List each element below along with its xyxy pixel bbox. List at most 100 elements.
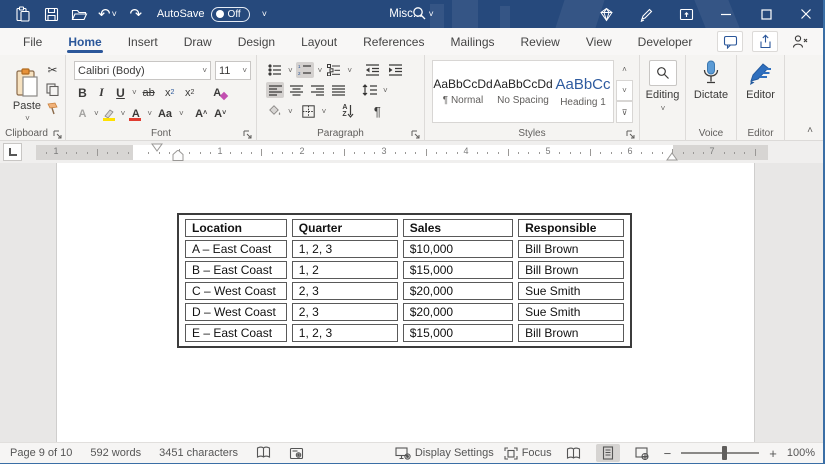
style-no-spacing[interactable]: AaBbCcDd No Spacing (493, 61, 553, 122)
strikethrough-button[interactable]: ab (139, 84, 159, 101)
table-cell[interactable]: $20,000 (403, 282, 513, 300)
minimize-button[interactable] (717, 5, 735, 23)
shrink-font-button[interactable]: A˅ (212, 105, 229, 122)
display-settings-button[interactable]: Display Settings (395, 447, 494, 460)
font-color-button[interactable]: A (127, 105, 144, 122)
tab-insert[interactable]: Insert (115, 28, 171, 55)
increase-indent-button[interactable] (385, 62, 405, 78)
tab-layout[interactable]: Layout (288, 28, 350, 55)
maximize-button[interactable] (757, 5, 775, 23)
collapse-ribbon-icon[interactable]: ˄ (807, 125, 813, 136)
underline-chevron-icon[interactable]: ˅ (132, 88, 137, 97)
styles-dialog-launcher[interactable] (625, 129, 635, 139)
table-cell[interactable]: Sue Smith (518, 282, 624, 300)
autosave-toggle[interactable]: Off (211, 7, 250, 22)
tab-references[interactable]: References (350, 28, 437, 55)
zoom-in-button[interactable]: + (769, 446, 777, 461)
table-cell[interactable]: $15,000 (403, 261, 513, 279)
premium-gem-icon[interactable] (597, 5, 615, 23)
multilevel-list-button[interactable] (325, 62, 343, 78)
editing-button[interactable]: Editing ˅ (640, 60, 685, 113)
format-painter-button[interactable] (46, 102, 59, 115)
font-color-chevron-icon[interactable]: ˅ (147, 109, 152, 118)
style-normal[interactable]: AaBbCcDd ¶ Normal (433, 61, 493, 122)
page-indicator[interactable]: Page 9 of 10 (10, 447, 72, 459)
table-cell[interactable]: $15,000 (403, 324, 513, 342)
text-effects-chevron-icon[interactable]: ˅ (94, 109, 99, 118)
table-cell[interactable]: Sue Smith (518, 303, 624, 321)
character-count[interactable]: 3451 characters (159, 447, 238, 459)
proofing-status-button[interactable] (256, 446, 271, 460)
table-cell[interactable]: 1, 2, 3 (292, 240, 398, 258)
align-center-button[interactable] (287, 82, 305, 98)
font-dialog-launcher[interactable] (242, 129, 252, 139)
borders-chevron-icon[interactable]: ˅ (322, 107, 327, 116)
styles-scroll-down[interactable]: ˅ (616, 80, 633, 102)
table-header-cell[interactable]: Responsible (518, 219, 624, 237)
align-left-button[interactable] (266, 82, 284, 98)
line-spacing-button[interactable] (359, 82, 379, 98)
styles-more-button[interactable]: ⊽ (616, 101, 633, 123)
comments-button[interactable] (717, 31, 743, 52)
shading-chevron-icon[interactable]: ˅ (288, 107, 293, 116)
change-case-button[interactable]: Aa (154, 105, 176, 122)
font-name-combo[interactable]: Calibri (Body) ˅ (74, 61, 211, 80)
table-cell[interactable]: 2, 3 (292, 282, 398, 300)
ink-pen-icon[interactable] (637, 5, 655, 23)
borders-button[interactable] (300, 103, 318, 119)
customize-qat-chevron-icon[interactable]: ˅ (262, 10, 267, 19)
table-cell[interactable]: E – East Coast (185, 324, 287, 342)
undo-button[interactable]: ↶ ˅ (98, 7, 117, 22)
bold-button[interactable]: B (74, 84, 91, 101)
hanging-indent-marker[interactable] (172, 150, 184, 162)
copy-button[interactable] (46, 83, 59, 96)
table-cell[interactable]: 1, 2 (292, 261, 398, 279)
highlight-button[interactable] (101, 105, 118, 122)
save-icon[interactable] (42, 5, 60, 23)
ribbon-display-options-icon[interactable] (677, 5, 695, 23)
table-cell[interactable]: A – East Coast (185, 240, 287, 258)
underline-button[interactable]: U (112, 84, 129, 101)
numbering-chevron-icon[interactable]: ˅ (318, 66, 323, 75)
cut-button[interactable]: ✂ (46, 63, 59, 77)
superscript-button[interactable]: x2 (181, 84, 199, 101)
first-line-indent-marker[interactable] (151, 143, 163, 152)
table-header-cell[interactable]: Location (185, 219, 287, 237)
font-size-combo[interactable]: 11 ˅ (215, 61, 251, 80)
grow-font-button[interactable]: A˄ (193, 105, 210, 122)
open-folder-icon[interactable] (70, 5, 88, 23)
zoom-slider-handle[interactable] (722, 446, 727, 460)
tab-home[interactable]: Home (55, 28, 114, 55)
highlight-chevron-icon[interactable]: ˅ (121, 109, 126, 118)
table-cell[interactable]: 1, 2, 3 (292, 324, 398, 342)
clipboard-icon[interactable] (14, 5, 32, 23)
table-cell[interactable]: C – West Coast (185, 282, 287, 300)
bullets-button[interactable] (266, 62, 284, 78)
tab-mailings[interactable]: Mailings (437, 28, 507, 55)
table-header-cell[interactable]: Quarter (292, 219, 398, 237)
table-header-cell[interactable]: Sales (403, 219, 513, 237)
horizontal-ruler[interactable]: 11234567 (36, 145, 768, 160)
style-heading-1[interactable]: AaBbCc Heading 1 (553, 61, 613, 122)
tab-stop-selector[interactable] (3, 143, 22, 161)
tab-review[interactable]: Review (508, 28, 573, 55)
zoom-level[interactable]: 100% (787, 447, 815, 459)
dictate-button[interactable]: Dictate (686, 60, 736, 101)
right-indent-marker[interactable] (666, 152, 678, 161)
justify-button[interactable] (329, 82, 347, 98)
table-cell[interactable]: Bill Brown (518, 240, 624, 258)
print-layout-button[interactable] (596, 444, 620, 462)
table-cell[interactable]: B – East Coast (185, 261, 287, 279)
web-layout-button[interactable] (630, 444, 654, 462)
align-right-button[interactable] (308, 82, 326, 98)
read-mode-button[interactable] (562, 444, 586, 462)
line-spacing-chevron-icon[interactable]: ˅ (383, 86, 388, 95)
decrease-indent-button[interactable] (362, 62, 382, 78)
close-button[interactable] (797, 5, 815, 23)
text-effects-button[interactable]: A (74, 105, 91, 122)
shading-button[interactable] (266, 103, 284, 119)
paste-button[interactable]: Paste ˅ (7, 61, 47, 129)
zoom-out-button[interactable]: − (664, 446, 672, 461)
tab-developer[interactable]: Developer (625, 28, 706, 55)
sort-button[interactable]: AZ (337, 103, 359, 119)
